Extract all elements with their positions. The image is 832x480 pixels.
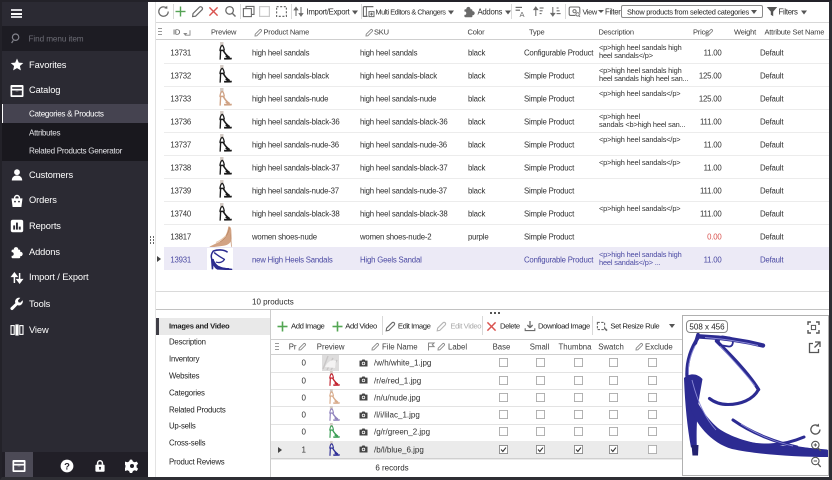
- svg-text:?: ?: [64, 461, 70, 472]
- svg-text:A: A: [520, 10, 525, 18]
